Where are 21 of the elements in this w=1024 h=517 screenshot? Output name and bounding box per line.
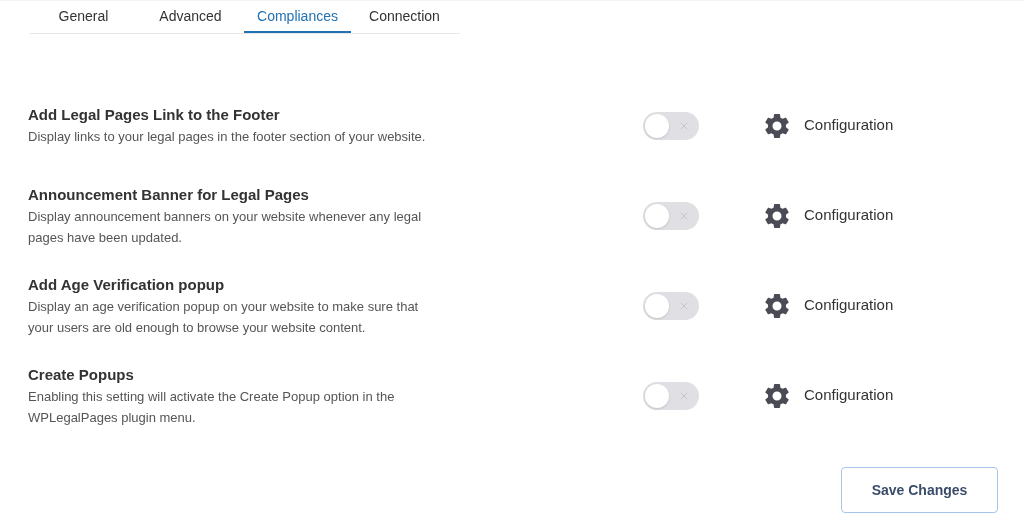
- setting-description: Display links to your legal pages in the footer section of your website.: [28, 128, 427, 146]
- tab[interactable]: Connection: [351, 1, 458, 33]
- toggle-switch[interactable]: [643, 201, 699, 230]
- setting-title: Announcement Banner for Legal Pages: [28, 184, 310, 205]
- configuration-link[interactable]: Configuration: [804, 204, 894, 227]
- tab[interactable]: General: [30, 1, 137, 33]
- tab[interactable]: Compliances: [244, 1, 351, 33]
- setting-description: Display announcement banners on your website whenever any legal pages have been updated.: [28, 207, 423, 247]
- save-changes-button[interactable]: Save Changes: [841, 467, 998, 513]
- configuration-link[interactable]: Configuration: [804, 114, 894, 137]
- setting-title: Create Popups: [28, 364, 135, 385]
- setting-description: Enabling this setting will activate the Create Popup option in the WPLegalPages plugin menu.: [28, 387, 396, 427]
- configuration-link[interactable]: Configuration: [804, 384, 894, 407]
- setting-title: Add Age Verification popup: [28, 274, 226, 295]
- toggle-switch[interactable]: [643, 111, 699, 140]
- toggle-switch[interactable]: [643, 291, 699, 320]
- configuration-link[interactable]: Configuration: [804, 294, 894, 317]
- setting-description: Display an age verification popup on your website to make sure that your users are old enough to browse your website content.: [28, 297, 420, 337]
- setting-title: Add Legal Pages Link to the Footer: [28, 105, 281, 125]
- toggle-switch[interactable]: [643, 381, 699, 410]
- tab[interactable]: Advanced: [137, 1, 244, 33]
